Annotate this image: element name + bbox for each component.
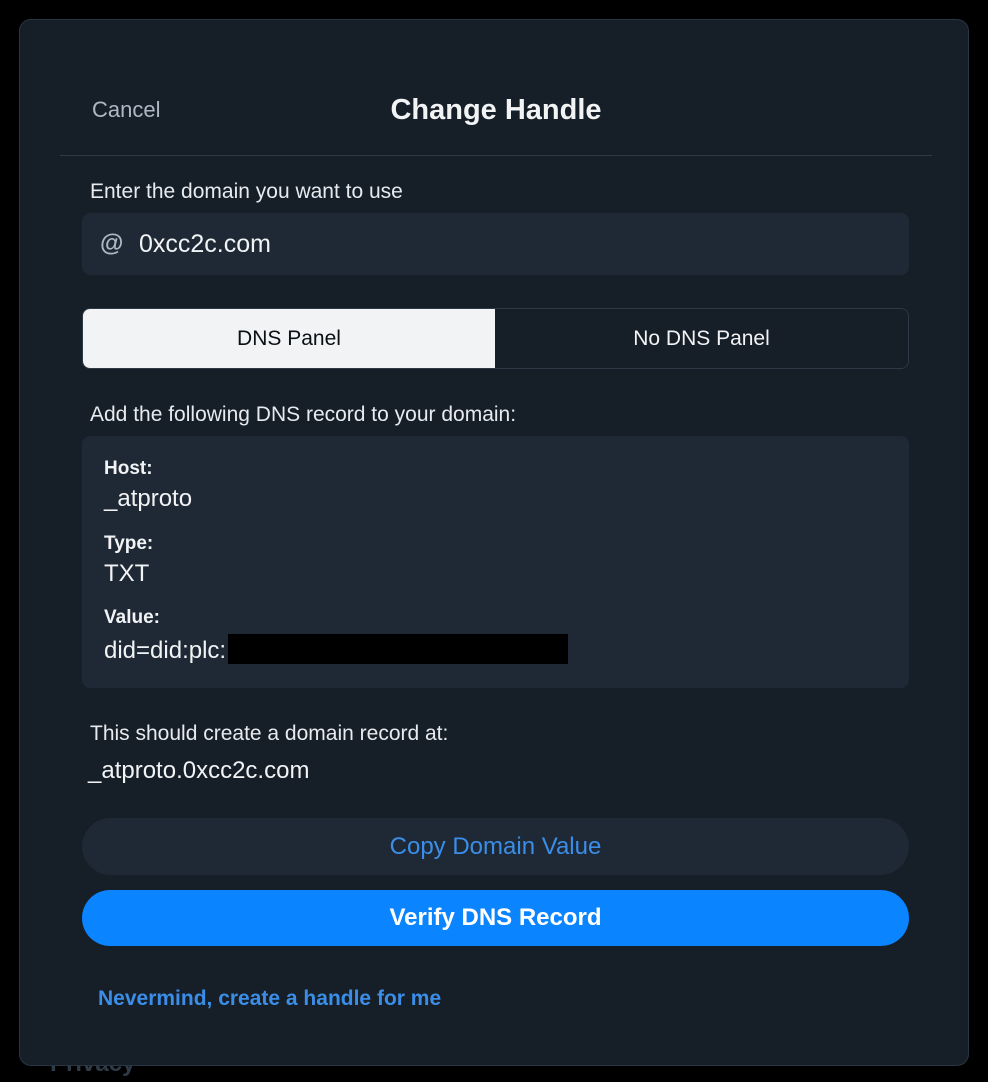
dialog-title: Change Handle: [390, 94, 602, 126]
domain-prompt-label: Enter the domain you want to use: [90, 180, 403, 203]
value-field: did=did:plc:: [104, 634, 569, 665]
at-icon: @: [100, 230, 124, 257]
tab-no-dns-panel[interactable]: No DNS Panel: [495, 309, 908, 368]
dns-instruction-label: Add the following DNS record to your dom…: [90, 403, 517, 426]
redacted-block: [228, 634, 569, 664]
record-location-value: _atproto.0xcc2c.com: [88, 757, 310, 784]
domain-input[interactable]: @ 0xcc2c.com: [82, 213, 909, 275]
dialog-header: Cancel Change Handle: [60, 20, 932, 156]
tab-dns-panel[interactable]: DNS Panel: [83, 309, 495, 368]
type-value: TXT: [104, 560, 150, 587]
verify-dns-record-button[interactable]: Verify DNS Record: [82, 890, 909, 946]
nevermind-link[interactable]: Nevermind, create a handle for me: [98, 987, 441, 1011]
dns-mode-toggle: DNS Panel No DNS Panel: [82, 308, 909, 369]
host-value: _atproto: [104, 485, 193, 512]
change-handle-dialog: Cancel Change Handle Enter the domain yo…: [19, 19, 969, 1066]
dns-record-box: Host: _atproto Type: TXT Value: did=did:…: [82, 436, 909, 688]
type-label: Type:: [104, 533, 154, 554]
copy-domain-value-button[interactable]: Copy Domain Value: [82, 818, 909, 875]
record-location-label: This should create a domain record at:: [90, 722, 449, 745]
domain-input-value[interactable]: 0xcc2c.com: [139, 230, 271, 259]
value-prefix: did=did:plc:: [104, 637, 227, 664]
value-label: Value:: [104, 607, 160, 628]
host-label: Host:: [104, 458, 153, 479]
